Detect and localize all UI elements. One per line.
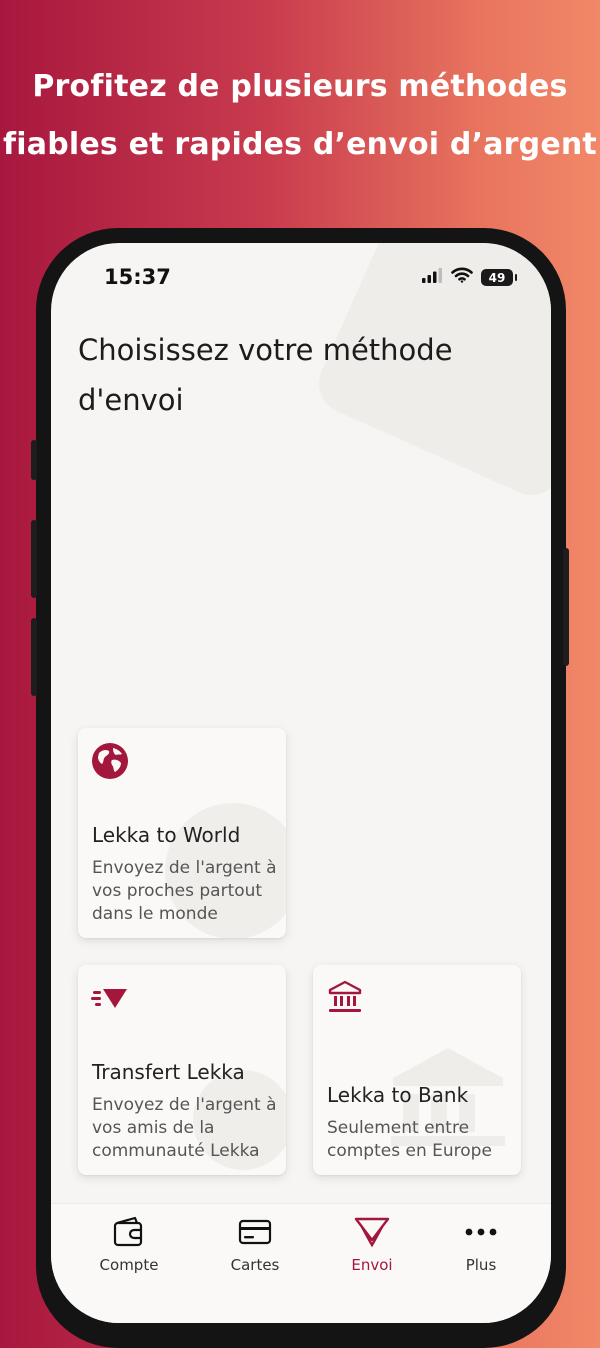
phone-side-button xyxy=(31,440,37,480)
method-description: Envoyez de l'argent à vos proches partou… xyxy=(92,858,277,924)
tab-label: Compte xyxy=(99,1256,159,1274)
method-card-lekka-to-world[interactable]: Lekka to World Envoyez de l'argent à vos… xyxy=(78,728,286,938)
promo-headline-line-2: fiables et rapides d’envoi d’argent xyxy=(3,127,597,162)
battery-indicator: 49 xyxy=(481,269,517,286)
bottom-tab-bar: Compte Cartes Envoi Plus xyxy=(51,1203,551,1323)
method-card-lekka-to-bank[interactable]: Lekka to Bank Seulement entre comptes en… xyxy=(313,965,521,1175)
tab-plus[interactable]: Plus xyxy=(426,1214,536,1274)
status-icons: 49 xyxy=(421,267,517,288)
method-card-transfert-lekka[interactable]: Transfert Lekka Envoyez de l'argent à vo… xyxy=(78,965,286,1175)
tab-envoi[interactable]: Envoi xyxy=(317,1214,427,1274)
method-title: Transfert Lekka xyxy=(92,1060,245,1084)
promo-headline: Profitez de plusieurs méthodes fiables e… xyxy=(0,58,600,174)
tab-label: Envoi xyxy=(351,1256,393,1274)
more-icon xyxy=(426,1214,536,1250)
page-title: Choisissez votre méthode d'envoi xyxy=(78,333,453,417)
method-title: Lekka to World xyxy=(92,823,241,847)
method-description: Envoyez de l'argent à vos amis de la com… xyxy=(92,1095,277,1161)
method-title: Lekka to Bank xyxy=(327,1083,469,1107)
tab-label: Cartes xyxy=(230,1256,280,1274)
wifi-icon xyxy=(451,267,473,288)
promo-headline-line-1: Profitez de plusieurs méthodes xyxy=(32,69,568,104)
phone-side-button xyxy=(31,618,37,696)
fast-transfer-icon xyxy=(91,979,129,1017)
signal-icon xyxy=(421,267,443,288)
globe-icon xyxy=(91,742,129,780)
app-screen: 15:37 49 Choisissez votre méthode d'envo… xyxy=(51,243,551,1323)
wallet-icon xyxy=(74,1214,184,1250)
card-icon xyxy=(200,1214,310,1250)
tab-cartes[interactable]: Cartes xyxy=(200,1214,310,1274)
phone-side-button xyxy=(31,520,37,598)
tab-compte[interactable]: Compte xyxy=(74,1214,184,1274)
method-description: Seulement entre comptes en Europe xyxy=(327,1118,492,1161)
phone-side-button xyxy=(563,548,569,666)
status-time: 15:37 xyxy=(104,265,171,289)
send-icon xyxy=(317,1214,427,1250)
bank-icon xyxy=(326,979,364,1017)
tab-label: Plus xyxy=(465,1256,497,1274)
